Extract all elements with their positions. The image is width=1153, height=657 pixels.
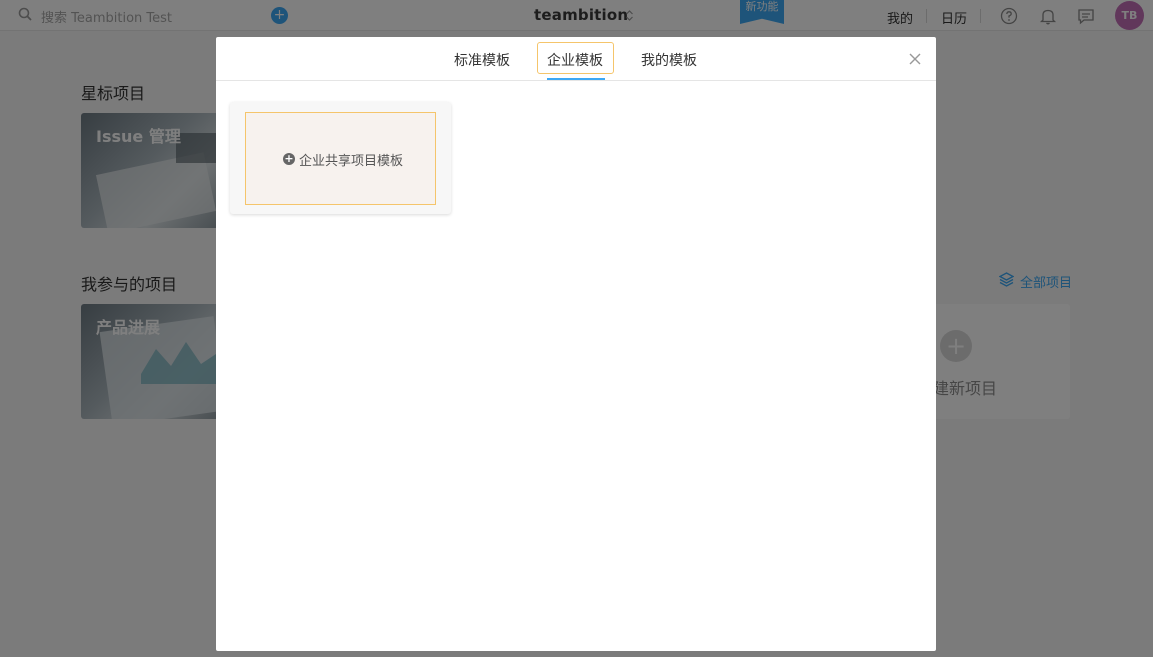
share-template-button[interactable]: + 企业共享项目模板 — [245, 112, 436, 205]
template-modal: 标准模板 企业模板 我的模板 + 企业共享项目模板 — [216, 37, 936, 651]
modal-header: 标准模板 企业模板 我的模板 — [216, 37, 936, 81]
enterprise-template-card: + 企业共享项目模板 — [230, 102, 451, 214]
tab-active-underline — [547, 78, 605, 80]
add-circle-icon: + — [283, 152, 295, 165]
tab-enterprise-templates[interactable]: 企业模板 — [547, 50, 603, 70]
tab-standard-templates[interactable]: 标准模板 — [454, 50, 510, 70]
tab-my-templates[interactable]: 我的模板 — [641, 50, 697, 70]
share-template-label: 企业共享项目模板 — [299, 154, 404, 169]
close-icon[interactable] — [905, 49, 925, 69]
